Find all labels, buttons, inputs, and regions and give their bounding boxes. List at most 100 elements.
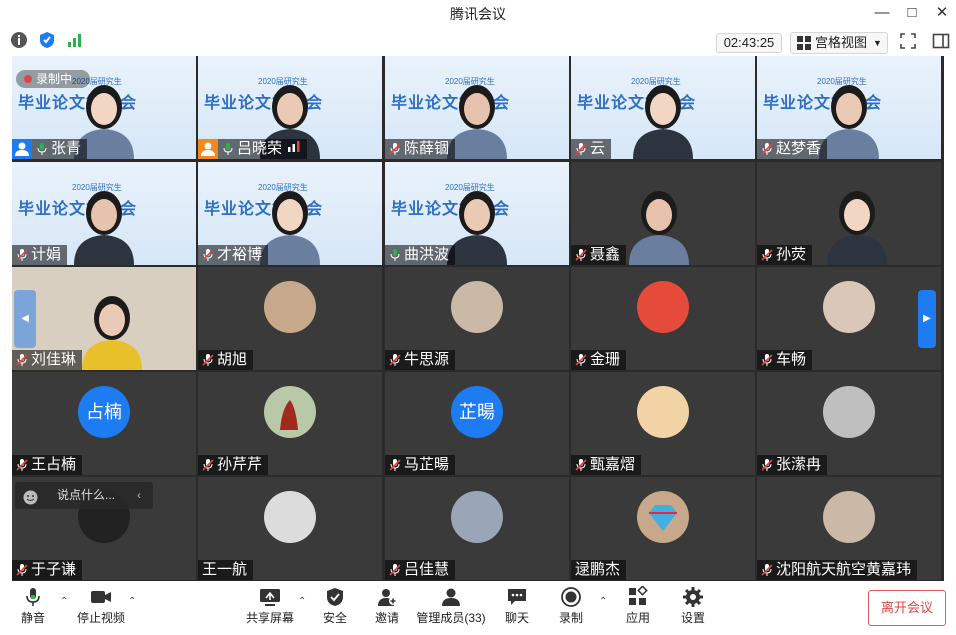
participant-name: 牛思源 <box>404 351 450 368</box>
participant-name: 沈阳航天航空黄嘉玮 <box>776 561 912 578</box>
chat-button[interactable]: 聊天 <box>502 586 532 626</box>
avatar <box>823 491 875 543</box>
participant-name: 张潆冉 <box>776 456 822 473</box>
participant-tile[interactable]: 张潆冉 <box>757 372 941 475</box>
view-label: 宫格视图 <box>815 35 868 50</box>
shield-icon[interactable] <box>38 31 58 51</box>
participant-name-label: 车畅 <box>757 350 813 370</box>
share-screen-label: 共享屏幕 <box>246 611 295 625</box>
participant-name-label: 刘佳琳 <box>12 350 83 370</box>
mic-muted-icon <box>575 458 587 472</box>
title-bar: 腾讯会议 — □ ✕ <box>0 0 956 26</box>
close-icon[interactable]: ✕ <box>930 3 954 23</box>
participant-tile[interactable]: 车畅 <box>757 267 941 370</box>
participant-name-label: 王占楠 <box>12 455 83 475</box>
mic-muted-icon <box>389 142 401 156</box>
participant-tile[interactable]: 胡旭 <box>198 267 382 370</box>
participant-tile[interactable]: 刘佳琳 <box>12 267 196 370</box>
invite-label: 邀请 <box>374 611 399 625</box>
participant-video <box>623 73 703 159</box>
mic-muted-icon <box>575 142 587 156</box>
participant-tile[interactable]: 吕佳慧 <box>385 477 569 580</box>
mute-button[interactable]: 静音 <box>18 586 48 626</box>
participant-tile[interactable]: 2020届研究生 毕业论文答辩会 才裕博 <box>198 162 382 265</box>
maximize-icon[interactable]: □ <box>900 3 924 23</box>
participant-tile[interactable]: 2020届研究生 毕业论文答辩会 计娟 <box>12 162 196 265</box>
participant-name: 马芷暘 <box>404 456 450 473</box>
participant-tile[interactable]: 2020届研究生 毕业论文答辩会 曲洪波 <box>385 162 569 265</box>
participant-name: 曲洪波 <box>404 246 450 263</box>
participant-tile[interactable]: 聂鑫 <box>571 162 755 265</box>
leave-meeting-button[interactable]: 离开会议 <box>868 590 946 626</box>
participant-name-label: 甄嘉熠 <box>571 455 642 475</box>
next-page-button[interactable]: ▶ <box>918 290 936 348</box>
bottom-toolbar: 静音 ⌃ 停止视频 ⌃ 共享屏幕 ⌃ 安全 邀请 管理成员(33) 聊天 录制 … <box>0 582 956 635</box>
mic-muted-icon <box>202 248 214 262</box>
microphone-icon <box>389 248 401 262</box>
participant-name: 吕晓荣 <box>237 140 283 157</box>
stop-video-button[interactable]: 停止视频 <box>76 586 126 626</box>
emoji-icon[interactable] <box>23 488 38 515</box>
recording-label: 录制中 <box>36 72 73 86</box>
participant-tile[interactable]: 王一航 <box>198 477 382 580</box>
manage-members-button[interactable]: 管理成员(33) <box>416 586 486 626</box>
chat-placeholder: 说点什么... <box>57 488 116 502</box>
participant-tile[interactable]: 沈阳航天航空黄嘉玮 <box>757 477 941 580</box>
participant-name: 刘佳琳 <box>31 351 77 368</box>
settings-button[interactable]: 设置 <box>678 586 708 626</box>
participant-tile[interactable]: 金珊 <box>571 267 755 370</box>
chat-quick-input[interactable]: 说点什么... ‹ <box>15 482 153 509</box>
security-button[interactable]: 安全 <box>320 586 350 626</box>
participant-video <box>817 179 897 265</box>
avatar <box>823 386 875 438</box>
invite-button[interactable]: 邀请 <box>372 586 402 626</box>
record-button[interactable]: 录制 <box>556 586 586 626</box>
participant-tile[interactable]: 2020届研究生 毕业论文答辩会 陈薛锢 <box>385 56 569 159</box>
participant-tile[interactable]: 2020届研究生 毕业论文答辩会 赵梦香 <box>757 56 941 159</box>
participant-tile[interactable]: 甄嘉熠 <box>571 372 755 475</box>
microphone-icon <box>222 142 234 156</box>
participant-tile[interactable]: 占楠 王占楠 <box>12 372 196 475</box>
record-options-caret[interactable]: ⌃ <box>599 596 607 607</box>
window-title: 腾讯会议 <box>450 6 506 22</box>
participant-name-label: 才裕博 <box>198 245 269 265</box>
participant-video <box>64 179 144 265</box>
minimize-icon[interactable]: — <box>870 3 894 23</box>
sidebar-toggle-icon[interactable] <box>932 32 952 52</box>
avatar <box>451 281 503 333</box>
share-options-caret[interactable]: ⌃ <box>298 596 306 607</box>
info-icon[interactable] <box>10 31 30 51</box>
security-label: 安全 <box>322 611 347 625</box>
participant-name: 车畅 <box>776 351 807 368</box>
participant-tile[interactable]: 2020届研究生 毕业论文答辩会云 <box>571 56 755 159</box>
microphone-icon <box>26 588 40 606</box>
participant-name: 逯鹏杰 <box>575 561 621 578</box>
prev-page-button[interactable]: ◀ <box>14 290 36 348</box>
mic-muted-icon <box>16 248 28 262</box>
view-selector[interactable]: 宫格视图 ▼ <box>790 32 888 54</box>
apps-button[interactable]: 应用 <box>623 586 653 626</box>
participant-tile[interactable]: 孙芹芹 <box>198 372 382 475</box>
mic-muted-icon <box>16 458 28 472</box>
audio-options-caret[interactable]: ⌃ <box>60 596 68 607</box>
avatar <box>637 281 689 333</box>
text-avatar: 芷暘 <box>451 386 503 438</box>
participant-tile[interactable]: 逯鹏杰 <box>571 477 755 580</box>
collapse-icon[interactable]: ‹ <box>137 482 141 509</box>
video-options-caret[interactable]: ⌃ <box>128 596 136 607</box>
signal-icon[interactable] <box>66 31 86 51</box>
mic-muted-icon <box>575 248 587 262</box>
participant-name: 陈薛锢 <box>404 140 450 157</box>
participant-tile[interactable]: 芷暘马芷暘 <box>385 372 569 475</box>
mic-muted-icon <box>761 353 773 367</box>
participant-name-label: 沈阳航天航空黄嘉玮 <box>757 560 918 580</box>
share-screen-button[interactable]: 共享屏幕 <box>246 586 294 626</box>
participant-name: 王一航 <box>202 561 248 578</box>
fullscreen-icon[interactable] <box>899 32 919 52</box>
participant-tile[interactable]: 孙荧 <box>757 162 941 265</box>
participant-tile[interactable]: 牛思源 <box>385 267 569 370</box>
avatar <box>264 491 316 543</box>
participant-name: 孙荧 <box>776 246 807 263</box>
participant-tile[interactable]: 2020届研究生 毕业论文答辩会 吕晓荣 <box>198 56 382 159</box>
chevron-down-icon: ▼ <box>873 38 882 48</box>
